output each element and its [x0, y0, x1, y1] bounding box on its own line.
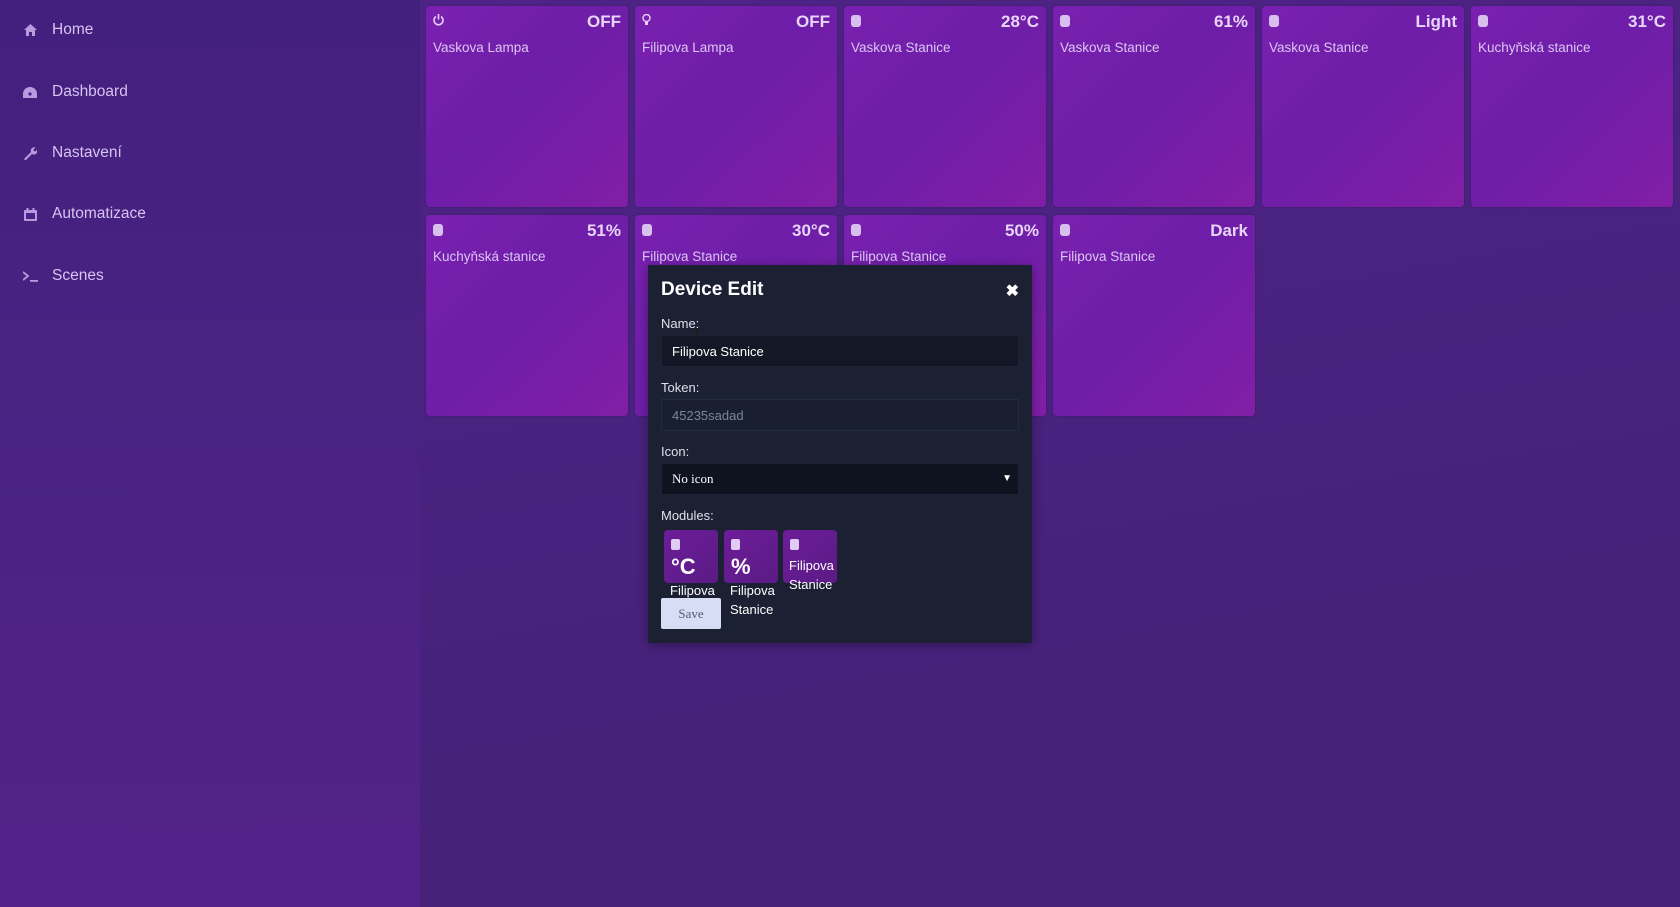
- module-caption: Filipova Stanice: [730, 583, 775, 617]
- sidebar-item-dashboard[interactable]: Dashboard: [22, 77, 128, 107]
- chip-icon: [1060, 224, 1070, 236]
- tile-name: Filipova Stanice: [1060, 249, 1156, 264]
- device-tile[interactable]: Light Vaskova Stanice: [1262, 6, 1464, 207]
- terminal-icon: [22, 268, 38, 284]
- device-edit-dialog: Device Edit ✖ Name: Filipova Stanice Tok…: [648, 265, 1032, 643]
- module-symbol: °C: [671, 554, 696, 579]
- text-cursor-icon: I: [693, 327, 702, 343]
- bulb-icon: [642, 13, 653, 27]
- tile-value: 30°C: [792, 221, 830, 240]
- chip-icon: [731, 539, 740, 550]
- tile-value: 50%: [1004, 221, 1039, 240]
- module-card[interactable]: %: [724, 530, 778, 583]
- save-button[interactable]: Save: [661, 598, 721, 629]
- device-tile[interactable]: Dark Filipova Stanice: [1053, 215, 1255, 416]
- tile-value: 61%: [1213, 12, 1248, 31]
- device-tile[interactable]: OFF Filipova Lampa: [635, 6, 837, 207]
- device-tile[interactable]: 61% Vaskova Stanice: [1053, 6, 1255, 207]
- chip-icon: [1269, 15, 1279, 27]
- tile-name: Vaskova Lampa: [433, 40, 529, 55]
- gauge-icon: [22, 84, 38, 100]
- sidebar-item-scenes[interactable]: Scenes: [22, 261, 104, 291]
- module-card[interactable]: Filipova Stanice: [783, 530, 837, 592]
- name-input[interactable]: Filipova Stanice: [661, 335, 1019, 367]
- calendar-icon: [22, 206, 38, 222]
- tile-value: OFF: [796, 12, 830, 31]
- tile-name: Vaskova Stanice: [851, 40, 951, 55]
- tile-name: Kuchyňská stanice: [433, 249, 546, 264]
- tile-name: Kuchyňská stanice: [1478, 40, 1591, 55]
- chip-icon: [433, 224, 443, 236]
- chip-icon: [671, 539, 680, 550]
- sidebar-item-label: Dashboard: [52, 83, 128, 100]
- chevron-down-icon: ▼: [1002, 473, 1012, 484]
- sidebar-item-label: Automatizace: [52, 205, 146, 222]
- tile-value: Light: [1415, 12, 1457, 31]
- device-tile[interactable]: 51% Kuchyňská stanice: [426, 215, 628, 416]
- device-tile[interactable]: 28°C Vaskova Stanice: [844, 6, 1046, 207]
- tile-value: 31°C: [1628, 12, 1666, 31]
- modules-label: Modules:: [661, 508, 714, 523]
- module-caption: Filipova Stanice: [789, 558, 834, 592]
- tile-name: Filipova Stanice: [642, 249, 738, 264]
- sidebar: Home Dashboard Nastavení Automatizace Sc…: [0, 0, 420, 907]
- tile-value: 28°C: [1001, 12, 1039, 31]
- icon-select[interactable]: No icon ▼: [661, 463, 1019, 495]
- tile-name: Filipova Lampa: [642, 40, 734, 55]
- icon-label: Icon:: [661, 444, 690, 459]
- dialog-title: Device Edit: [661, 279, 764, 300]
- chip-icon: [1060, 15, 1070, 27]
- sidebar-item-nastaveni[interactable]: Nastavení: [22, 138, 122, 168]
- module-symbol: %: [731, 554, 751, 579]
- sidebar-item-home[interactable]: Home: [22, 15, 93, 45]
- tile-value: OFF: [587, 12, 621, 31]
- device-tile[interactable]: 31°C Kuchyňská stanice: [1471, 6, 1673, 207]
- tile-name: Vaskova Stanice: [1269, 40, 1369, 55]
- token-label: Token:: [661, 380, 700, 395]
- sidebar-item-label: Nastavení: [52, 144, 122, 161]
- close-icon[interactable]: ✖: [1006, 281, 1019, 301]
- device-tile[interactable]: OFF Vaskova Lampa: [426, 6, 628, 207]
- sidebar-item-label: Home: [52, 21, 94, 38]
- tile-name: Vaskova Stanice: [1060, 40, 1160, 55]
- tile-value: Dark: [1210, 221, 1248, 240]
- wrench-icon: [22, 145, 38, 161]
- token-input[interactable]: 45235sadad: [661, 399, 1019, 431]
- home-icon: [22, 22, 38, 38]
- chip-icon: [642, 224, 652, 236]
- tile-name: Filipova Stanice: [851, 249, 947, 264]
- power-icon: [433, 14, 444, 27]
- chip-icon: [851, 15, 861, 27]
- sidebar-item-label: Scenes: [52, 267, 104, 284]
- module-card[interactable]: °C: [664, 530, 718, 583]
- icon-select-value: No icon: [672, 471, 714, 486]
- chip-icon: [790, 539, 799, 550]
- chip-icon: [851, 224, 861, 236]
- tile-value: 51%: [586, 221, 621, 240]
- chip-icon: [1478, 15, 1488, 27]
- sidebar-item-automatizace[interactable]: Automatizace: [22, 199, 146, 229]
